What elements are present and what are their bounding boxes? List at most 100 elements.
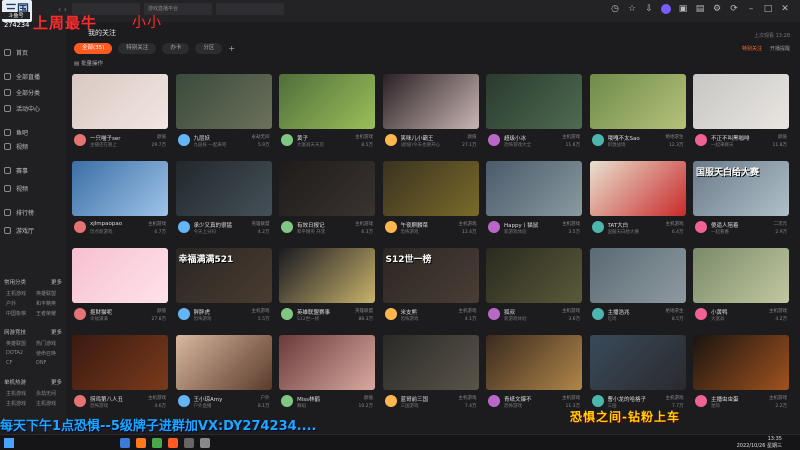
stream-thumbnail[interactable] bbox=[486, 161, 582, 216]
stream-card[interactable]: xjlmpaopao 主机游戏 玩点新游戏 6.7万 bbox=[72, 161, 168, 248]
stream-card[interactable]: 黄子 主机游戏 大富翁天天见 8.5万 bbox=[279, 74, 375, 161]
avatar[interactable] bbox=[661, 4, 671, 14]
stream-thumbnail[interactable] bbox=[382, 335, 479, 390]
stream-card[interactable]: Happy丨猫鼠 主机游戏 新游戏体验 3.5万 bbox=[486, 161, 582, 248]
stream-card[interactable]: 捞鸡第八人丑 主机游戏 恐怖游戏 4.6万 bbox=[72, 335, 168, 422]
sidebar-sub-item[interactable]: 使命召唤 bbox=[36, 350, 56, 357]
streamer-avatar[interactable] bbox=[488, 134, 500, 146]
sidebar-sub-item[interactable]: 主机游戏 bbox=[36, 400, 56, 407]
sidebar-sub-item[interactable]: DNF bbox=[36, 360, 46, 366]
stream-card[interactable]: Miss林鹤 颜值 舞蹈 10.2万 bbox=[279, 335, 375, 422]
sidebar-sub-item[interactable]: 和平精英 bbox=[36, 300, 56, 307]
sidebar-sub-item[interactable]: 主机游戏 bbox=[6, 390, 26, 397]
sidebar-item[interactable]: 赛事 bbox=[4, 166, 28, 175]
stream-card[interactable]: 蓝哥前三国 主机游戏 三国游戏 7.4万 bbox=[382, 335, 479, 422]
streamer-avatar[interactable] bbox=[695, 221, 707, 233]
special-follow-link[interactable]: 特别关注 bbox=[742, 45, 762, 52]
sidebar-sub-item[interactable]: 英雄联盟 bbox=[36, 290, 56, 297]
windows-start-icon[interactable] bbox=[4, 438, 14, 448]
streamer-avatar[interactable] bbox=[488, 395, 500, 407]
streamer-avatar[interactable] bbox=[177, 134, 190, 146]
sidebar-sub-item[interactable]: 热门游戏 bbox=[36, 340, 56, 347]
stream-card[interactable]: 幸福满满521 胖胖虎 主机游戏 恐怖游戏 5.5万 bbox=[175, 248, 272, 335]
sidebar-item[interactable]: 全部直播 bbox=[4, 72, 40, 81]
stream-card[interactable]: S12世一榜 米支熊 主机游戏 恐怖游戏 4.1万 bbox=[382, 248, 479, 335]
sidebar-sub-item[interactable]: 主机游戏 bbox=[6, 290, 26, 297]
streamer-avatar[interactable] bbox=[177, 395, 190, 407]
stream-thumbnail[interactable] bbox=[486, 335, 582, 390]
stream-thumbnail[interactable] bbox=[486, 248, 582, 303]
streamer-avatar[interactable] bbox=[384, 395, 397, 407]
stream-thumbnail[interactable] bbox=[175, 335, 272, 390]
stream-thumbnail[interactable] bbox=[279, 161, 375, 216]
wechat-icon[interactable] bbox=[152, 438, 162, 448]
streamer-avatar[interactable] bbox=[384, 134, 397, 146]
shirt-icon[interactable]: ▤ bbox=[695, 4, 705, 14]
streamer-avatar[interactable] bbox=[384, 221, 397, 233]
batch-manage-button[interactable]: ▤ 批量操作 bbox=[74, 59, 103, 67]
douyu-icon[interactable] bbox=[168, 438, 178, 448]
sidebar-item[interactable]: 游戏厅 bbox=[4, 226, 34, 235]
streamer-avatar[interactable] bbox=[177, 221, 190, 233]
window-tab[interactable] bbox=[216, 3, 284, 15]
stream-card[interactable]: 主播浩兆 绝地求生 吃鸡 8.5万 bbox=[589, 248, 686, 335]
stream-thumbnail[interactable] bbox=[589, 335, 686, 390]
filter-chip-card[interactable]: 办卡 bbox=[162, 43, 190, 54]
stream-card[interactable]: 小黄鸭 主机游戏 大富翁 4.2万 bbox=[693, 248, 789, 335]
stream-thumbnail[interactable]: S12世一榜 bbox=[382, 248, 479, 303]
history-icon[interactable]: ◷ bbox=[610, 4, 620, 14]
stream-thumbnail[interactable] bbox=[279, 248, 375, 303]
sidebar-item[interactable]: 视频 bbox=[4, 142, 28, 151]
streamer-avatar[interactable] bbox=[74, 134, 86, 146]
stream-thumbnail[interactable] bbox=[72, 248, 168, 303]
maximize-icon[interactable]: □ bbox=[763, 4, 773, 14]
sidebar-sub-item[interactable]: CF bbox=[6, 360, 12, 366]
sidebar-sub-item[interactable]: 主机游戏 bbox=[6, 400, 26, 407]
sidebar-item[interactable]: 首页 bbox=[4, 48, 28, 57]
stream-thumbnail[interactable] bbox=[72, 161, 168, 216]
stream-card[interactable]: 午夜麒麟菜 主机游戏 恐怖游戏 12.4万 bbox=[382, 161, 479, 248]
streamer-avatar[interactable] bbox=[74, 308, 86, 320]
stream-card[interactable]: 主播虫虫蛋 主机游戏 星际 2.2万 bbox=[693, 335, 789, 422]
sidebar-sub-item[interactable]: 中国象棋 bbox=[6, 310, 26, 317]
live-remind-link[interactable]: 开播提醒 bbox=[770, 45, 790, 52]
stream-card[interactable]: 抠财猫呢 颜值 幸福满满 27.8万 bbox=[72, 248, 168, 335]
sidebar-group[interactable]: 常用分类 更多 bbox=[4, 278, 62, 286]
stream-thumbnail[interactable] bbox=[279, 335, 375, 390]
streamer-avatar[interactable] bbox=[488, 308, 500, 320]
stream-card[interactable]: 笑咪儿小霸王 颜值 (颜值)今天也要开心 27.1万 bbox=[382, 74, 479, 161]
stream-card[interactable]: 英雄联盟赛事 英雄联盟 S12世一榜 88.3万 bbox=[279, 248, 375, 335]
streamer-avatar[interactable] bbox=[74, 395, 86, 407]
sidebar-group[interactable]: 网游竞技 更多 bbox=[4, 328, 62, 336]
gift-icon[interactable]: ▣ bbox=[678, 4, 688, 14]
stream-thumbnail[interactable]: 幸福满满521 bbox=[175, 248, 272, 303]
stream-card[interactable]: 超级小冰 主机游戏 恐怖游戏大全 11.6万 bbox=[486, 74, 582, 161]
stream-card[interactable]: 哦嘎不太Sao 绝地求生 刺激战场 12.3万 bbox=[589, 74, 686, 161]
streamer-avatar[interactable] bbox=[591, 395, 604, 407]
filter-chip-special[interactable]: 特别关注 bbox=[118, 43, 157, 54]
sidebar-sub-item[interactable]: 英雄联盟 bbox=[6, 340, 26, 347]
filter-chip-all[interactable]: 全部(35) bbox=[74, 43, 113, 54]
sidebar-group[interactable]: 单机热游 更多 bbox=[4, 378, 62, 386]
stream-thumbnail[interactable] bbox=[589, 161, 686, 216]
stream-card[interactable]: 一只喵子ser 颜值 主播还在路上 29.7万 bbox=[72, 74, 168, 161]
streamer-avatar[interactable] bbox=[695, 308, 707, 320]
stream-thumbnail[interactable]: 国服天白给大赛 bbox=[693, 161, 789, 216]
stream-card[interactable]: 有效日报记 主机游戏 和平精英 开黑 6.3万 bbox=[279, 161, 375, 248]
stream-card[interactable]: 国服天白给大赛 傻逼人陪着 二次元 一起看番 2.9万 bbox=[693, 161, 789, 248]
sidebar-sub-item[interactable]: 户外 bbox=[6, 300, 16, 307]
stream-thumbnail[interactable] bbox=[693, 74, 789, 129]
folder-icon[interactable] bbox=[184, 438, 194, 448]
stream-thumbnail[interactable] bbox=[382, 74, 479, 129]
star-icon[interactable]: ☆ bbox=[627, 4, 637, 14]
stream-thumbnail[interactable] bbox=[589, 248, 686, 303]
streamer-avatar[interactable] bbox=[695, 395, 707, 407]
stream-thumbnail[interactable] bbox=[279, 74, 375, 129]
streamer-avatar[interactable] bbox=[281, 395, 293, 407]
streamer-avatar[interactable] bbox=[281, 221, 293, 233]
add-filter-button[interactable]: + bbox=[228, 44, 235, 53]
sidebar-item[interactable]: 排行榜 bbox=[4, 208, 34, 217]
stream-thumbnail[interactable] bbox=[72, 335, 168, 390]
stream-thumbnail[interactable] bbox=[693, 335, 789, 390]
sidebar-group-more[interactable]: 更多 bbox=[51, 328, 62, 336]
